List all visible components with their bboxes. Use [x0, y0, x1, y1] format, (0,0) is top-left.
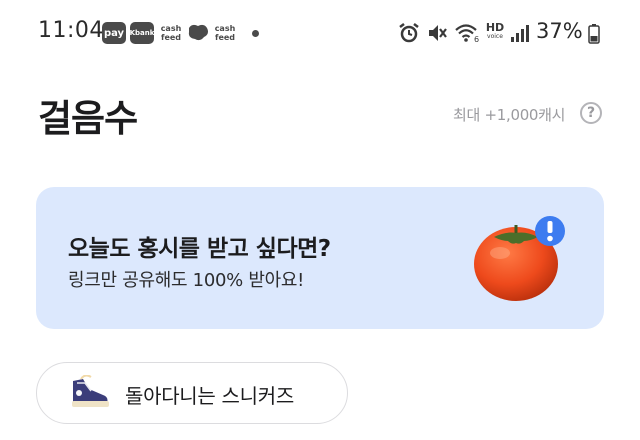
signal-icon — [510, 22, 530, 48]
status-bar: 11:04 pay Kbank cash feed cash feed 6 HD… — [0, 0, 640, 64]
page-title: 걸음수 — [38, 97, 138, 140]
sneaker-chip-button[interactable]: 돌아다니는 스니커즈 — [36, 362, 348, 424]
wifi-icon: 6 — [454, 22, 480, 48]
more-notifications-dot-icon — [252, 30, 259, 37]
voice-label: voice — [487, 33, 503, 40]
kbank-notification-icon: Kbank — [130, 22, 154, 44]
pay-notification-icon: pay — [102, 22, 126, 44]
promo-title: 오늘도 홍시를 받고 싶다면? — [68, 236, 331, 262]
mute-icon — [426, 22, 448, 48]
cashfeed-notification-icon: cash feed — [158, 22, 184, 44]
cashfeed-line1: cash — [160, 24, 182, 33]
battery-icon — [588, 24, 600, 48]
sneaker-chip-label: 돌아다니는 스니커즈 — [125, 384, 294, 408]
share-promo-banner[interactable]: 오늘도 홍시를 받고 싶다면? 링크만 공유해도 100% 받아요! — [36, 187, 604, 329]
help-icon[interactable]: ? — [580, 102, 602, 124]
sneaker-icon — [67, 374, 111, 415]
persimmon-icon — [472, 211, 568, 311]
status-time: 11:04 — [38, 18, 104, 43]
cashfeed-notification-icon-2: cash feed — [212, 22, 238, 44]
promo-subtitle: 링크만 공유해도 100% 받아요! — [68, 270, 305, 291]
alarm-icon — [398, 22, 420, 48]
cashfeed2-line2: feed — [214, 33, 236, 42]
chat-notification-icon — [186, 22, 210, 44]
cashfeed2-line1: cash — [214, 24, 236, 33]
hd-voice-icon: HD voice — [484, 22, 506, 41]
svg-text:6: 6 — [474, 35, 479, 44]
battery-percent: 37% — [536, 19, 583, 43]
cashfeed-line2: feed — [160, 33, 182, 42]
max-reward-text: 최대 +1,000캐시 — [453, 106, 566, 124]
